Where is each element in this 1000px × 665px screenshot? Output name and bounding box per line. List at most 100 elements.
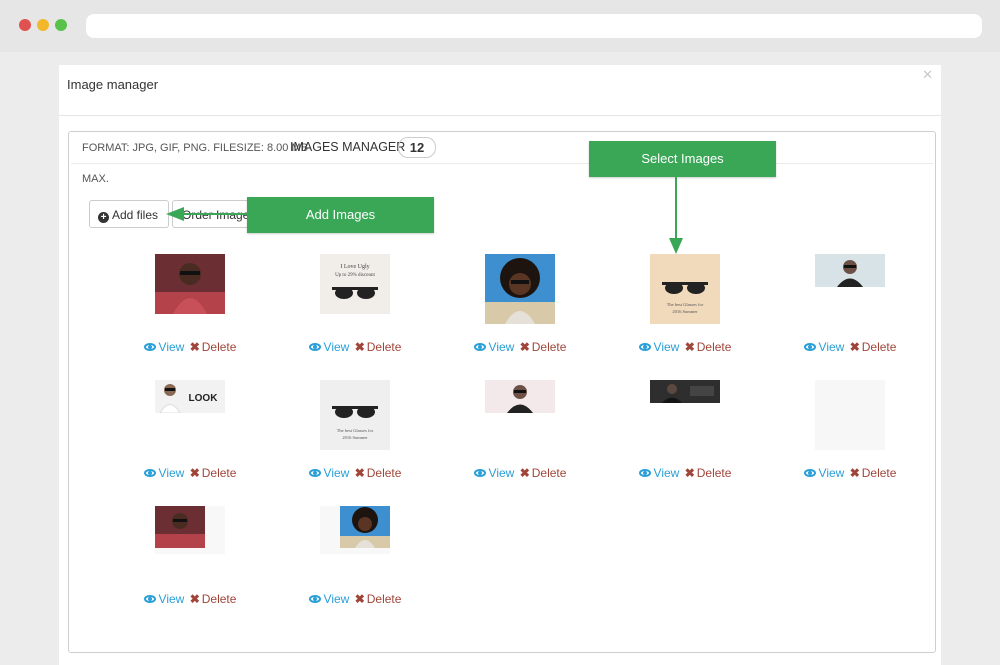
image-actions: View ✖ Delete <box>780 340 920 354</box>
image-thumbnail[interactable] <box>485 380 555 413</box>
images-panel: FORMAT: JPG, GIF, PNG. FILESIZE: 8.00 MB… <box>68 131 936 653</box>
image-thumbnail[interactable]: The best Glasses for 2016 Summer <box>650 254 720 324</box>
view-link[interactable]: View <box>473 340 514 354</box>
view-link[interactable]: View <box>803 466 844 480</box>
address-bar[interactable] <box>86 14 982 38</box>
image-actions: View ✖ Delete <box>615 340 755 354</box>
eye-icon <box>473 469 486 477</box>
eye-icon <box>308 595 321 603</box>
image-item: View ✖ Delete <box>780 380 920 490</box>
delete-link[interactable]: ✖ Delete <box>355 466 402 480</box>
delete-x-icon: ✖ <box>849 340 860 354</box>
view-link[interactable]: View <box>308 340 349 354</box>
browser-chrome <box>0 0 1000 52</box>
add-images-callout: Add Images <box>247 197 434 233</box>
image-item: View ✖ Delete <box>120 254 260 364</box>
image-actions: View ✖ Delete <box>615 466 755 480</box>
delete-link[interactable]: ✖ Delete <box>850 466 897 480</box>
svg-text:The best Glasses for: The best Glasses for <box>667 302 704 307</box>
max-info: MAX. <box>82 173 109 185</box>
add-files-label: Add files <box>112 208 159 222</box>
delete-link[interactable]: ✖ Delete <box>190 466 237 480</box>
modal-divider <box>59 115 941 116</box>
image-actions: View ✖ Delete <box>450 340 590 354</box>
delete-link[interactable]: ✖ Delete <box>190 592 237 606</box>
eye-icon <box>638 343 651 351</box>
image-thumbnail[interactable] <box>815 380 885 450</box>
eye-icon <box>638 469 651 477</box>
close-icon[interactable]: ✕ <box>922 67 933 83</box>
image-actions: View ✖ Delete <box>120 592 260 606</box>
image-item: I Love Ugly Up to 29% discount View ✖ Del… <box>285 254 425 364</box>
svg-text:Up to 29% discount: Up to 29% discount <box>335 273 375 278</box>
view-link[interactable]: View <box>143 592 184 606</box>
view-link[interactable]: View <box>638 340 679 354</box>
delete-link[interactable]: ✖ Delete <box>520 340 567 354</box>
svg-text:The best Glasses for: The best Glasses for <box>337 428 374 433</box>
view-link[interactable]: View <box>143 340 184 354</box>
delete-link[interactable]: ✖ Delete <box>850 340 897 354</box>
image-thumbnail[interactable]: I Love Ugly Up to 29% discount <box>320 254 390 314</box>
view-link[interactable]: View <box>638 466 679 480</box>
select-images-callout: Select Images <box>589 141 776 177</box>
eye-icon <box>308 469 321 477</box>
delete-x-icon: ✖ <box>189 340 200 354</box>
order-images-button[interactable]: Order Images <box>172 200 252 228</box>
delete-x-icon: ✖ <box>849 466 860 480</box>
view-link[interactable]: View <box>308 466 349 480</box>
image-item: LOOK View ✖ Delete <box>120 380 260 490</box>
panel-header: FORMAT: JPG, GIF, PNG. FILESIZE: 8.00 MB… <box>69 132 935 164</box>
delete-x-icon: ✖ <box>354 340 365 354</box>
image-thumbnail[interactable]: LOOK <box>155 380 225 413</box>
image-item: View ✖ Delete <box>450 380 590 490</box>
minimize-window-dot[interactable] <box>37 19 49 31</box>
image-thumbnail[interactable] <box>155 506 225 554</box>
svg-text:2016 Summer: 2016 Summer <box>672 309 698 314</box>
eye-icon <box>143 469 156 477</box>
eye-icon <box>143 595 156 603</box>
image-item: The best Glasses for 2016 Summer View ✖ D… <box>615 254 755 364</box>
image-actions: View ✖ Delete <box>120 466 260 480</box>
eye-icon <box>308 343 321 351</box>
view-link[interactable]: View <box>143 466 184 480</box>
delete-x-icon: ✖ <box>519 340 530 354</box>
image-item: View ✖ Delete <box>285 506 425 616</box>
image-thumbnail[interactable] <box>650 380 720 403</box>
image-count-badge: 12 <box>398 137 436 158</box>
add-files-button[interactable]: + Add files <box>89 200 169 228</box>
format-info: FORMAT: JPG, GIF, PNG. FILESIZE: 8.00 MB <box>82 142 308 154</box>
image-thumbnail[interactable] <box>320 506 390 554</box>
delete-x-icon: ✖ <box>684 340 695 354</box>
view-link[interactable]: View <box>803 340 844 354</box>
image-item: The best Glasses for 2016 Summer View ✖ D… <box>285 380 425 490</box>
delete-x-icon: ✖ <box>189 592 200 606</box>
image-actions: View ✖ Delete <box>120 340 260 354</box>
image-actions: View ✖ Delete <box>285 466 425 480</box>
image-thumbnail[interactable] <box>815 254 885 287</box>
view-link[interactable]: View <box>308 592 349 606</box>
image-actions: View ✖ Delete <box>285 340 425 354</box>
image-thumbnail[interactable] <box>155 254 225 314</box>
image-actions: View ✖ Delete <box>450 466 590 480</box>
delete-x-icon: ✖ <box>189 466 200 480</box>
delete-link[interactable]: ✖ Delete <box>190 340 237 354</box>
close-window-dot[interactable] <box>19 19 31 31</box>
header-divider <box>71 163 933 164</box>
images-manager-title: IMAGES MANAGER <box>290 140 406 154</box>
delete-x-icon: ✖ <box>684 466 695 480</box>
delete-link[interactable]: ✖ Delete <box>685 340 732 354</box>
delete-link[interactable]: ✖ Delete <box>685 466 732 480</box>
delete-link[interactable]: ✖ Delete <box>355 592 402 606</box>
view-link[interactable]: View <box>473 466 514 480</box>
image-actions: View ✖ Delete <box>285 592 425 606</box>
delete-x-icon: ✖ <box>354 592 365 606</box>
image-item: View ✖ Delete <box>615 380 755 490</box>
delete-link[interactable]: ✖ Delete <box>520 466 567 480</box>
maximize-window-dot[interactable] <box>55 19 67 31</box>
image-actions: View ✖ Delete <box>780 466 920 480</box>
image-thumbnail[interactable] <box>485 254 555 324</box>
svg-text:2016 Summer: 2016 Summer <box>342 435 368 440</box>
image-thumbnail[interactable]: The best Glasses for 2016 Summer <box>320 380 390 450</box>
delete-link[interactable]: ✖ Delete <box>355 340 402 354</box>
eye-icon <box>143 343 156 351</box>
